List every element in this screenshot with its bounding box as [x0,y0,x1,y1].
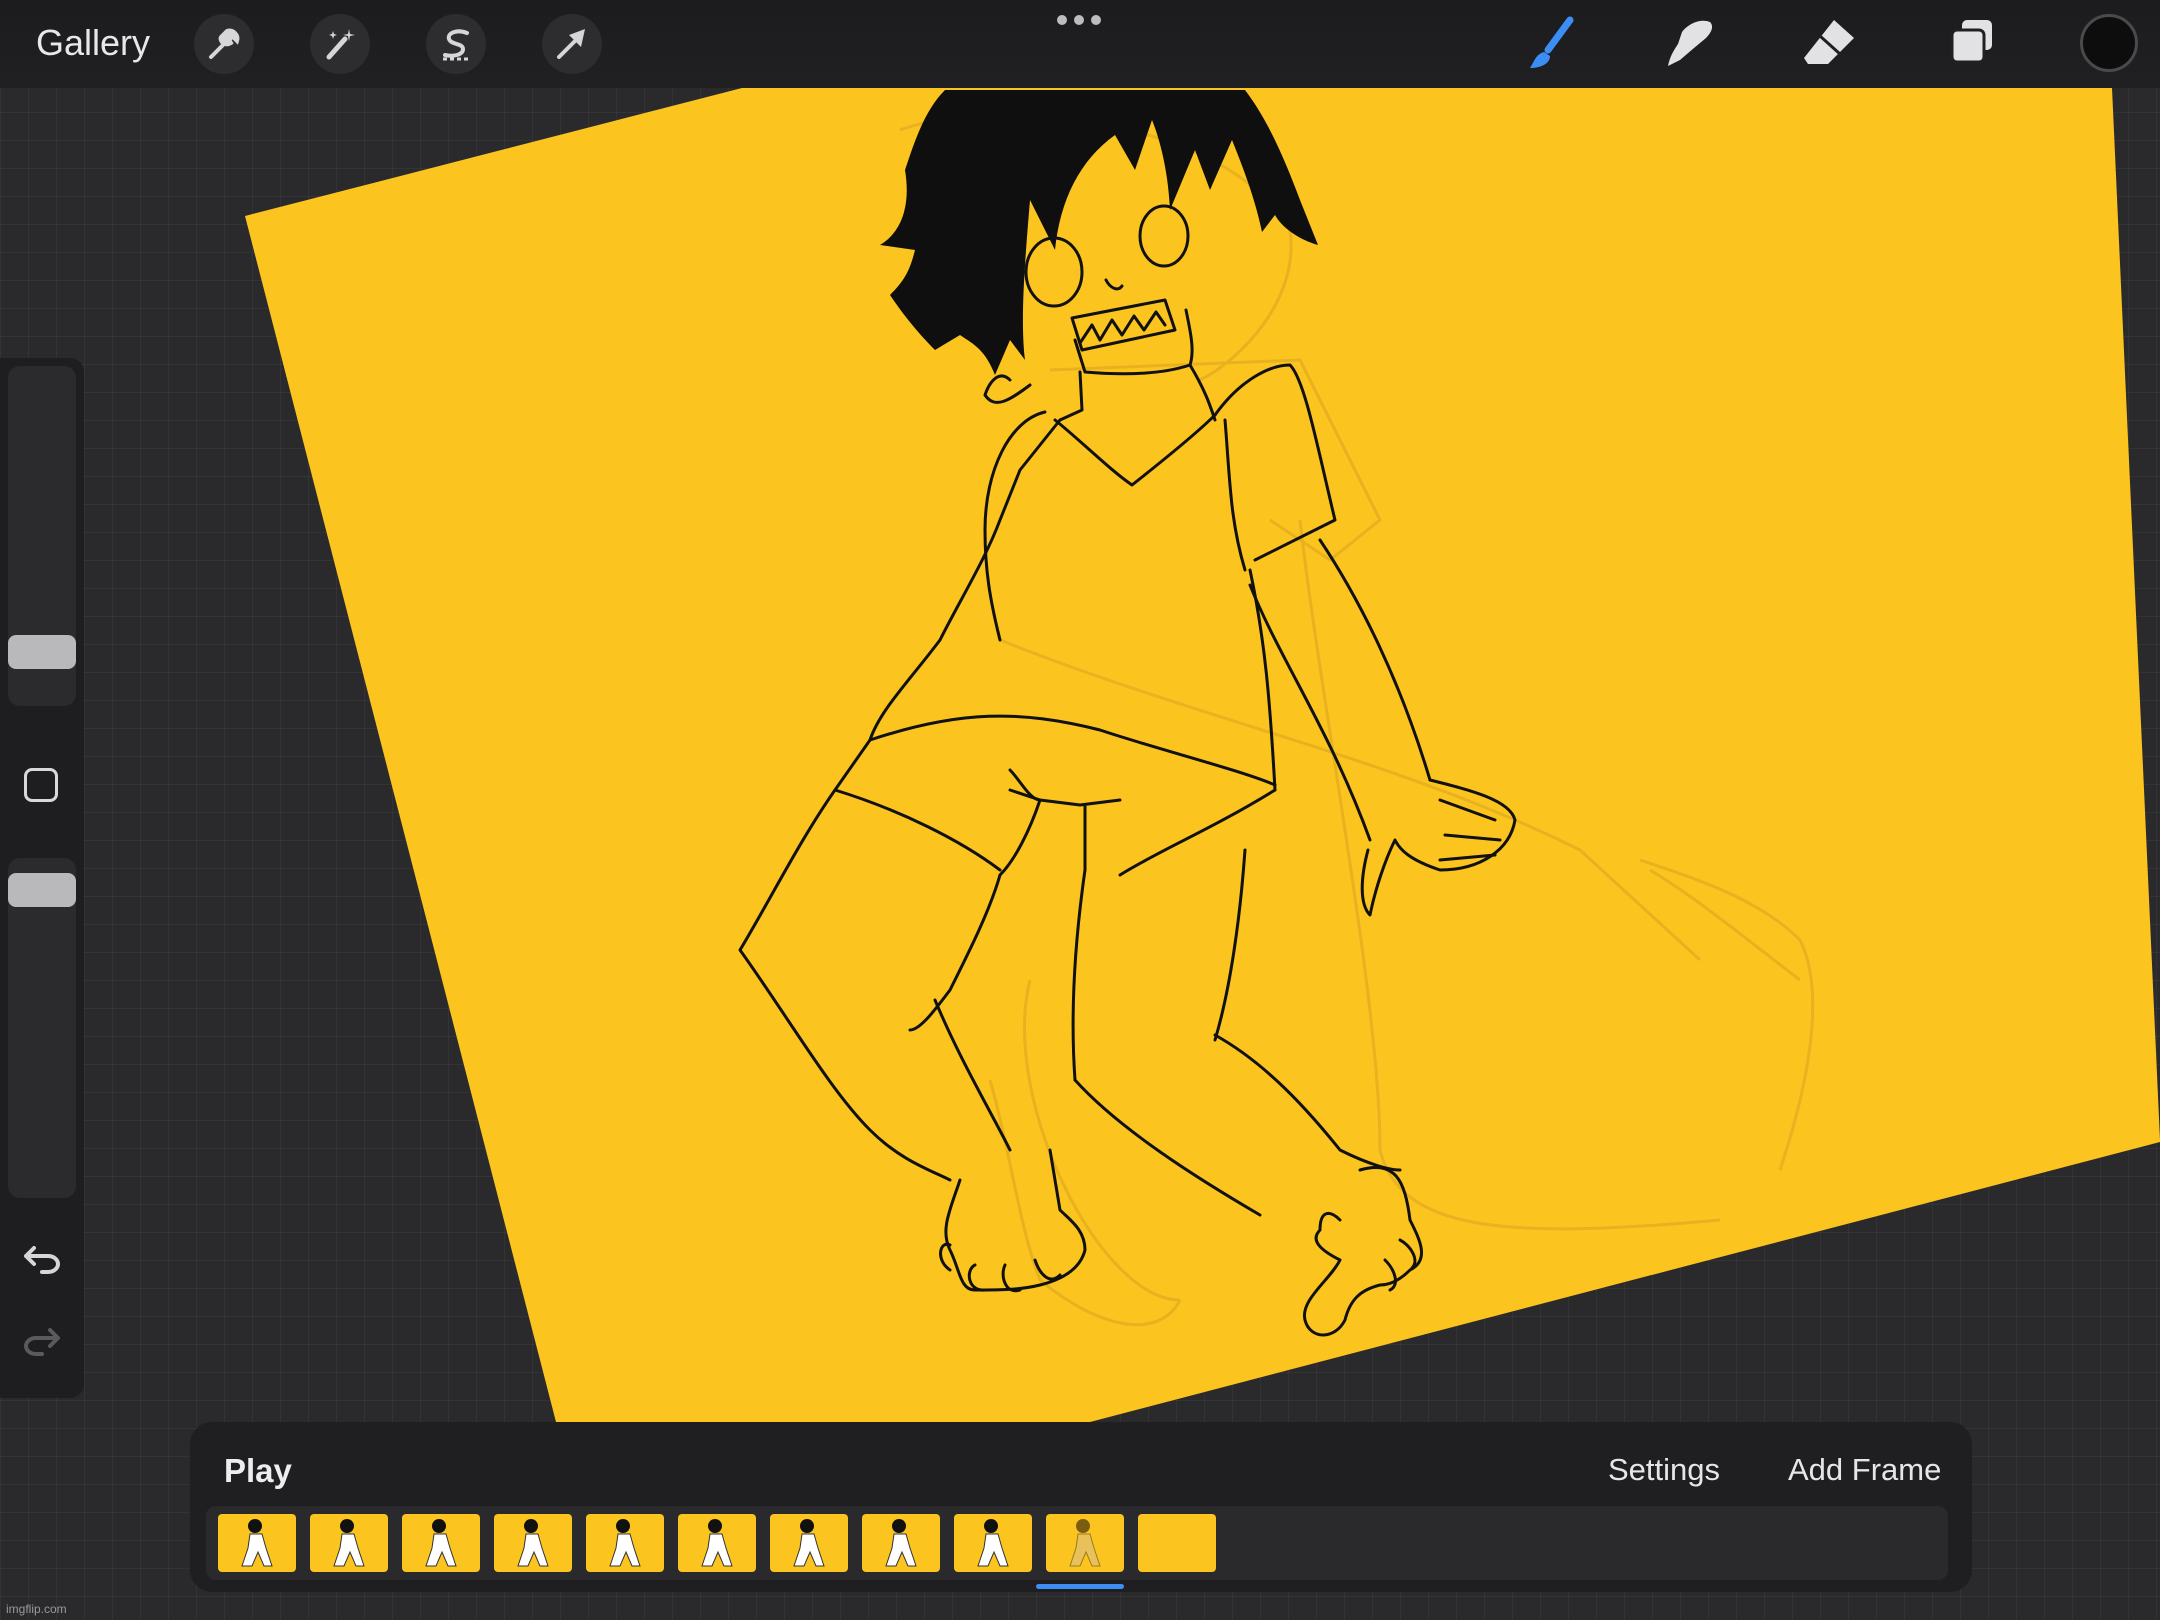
more-dots-icon[interactable] [1054,12,1104,33]
smudge-finger-icon [1660,14,1720,74]
actions-button[interactable] [194,14,254,74]
modify-button[interactable] [24,768,58,802]
animation-frame[interactable] [1046,1514,1124,1572]
undo-arrow-icon [22,1246,62,1282]
transform-button[interactable] [542,14,602,74]
arrow-cursor-icon [553,25,591,63]
animation-frame[interactable] [1138,1514,1216,1572]
selection-button[interactable] [426,14,486,74]
animation-frame[interactable] [310,1514,388,1572]
color-picker-button[interactable] [2080,14,2138,72]
eraser-tool-button[interactable] [1798,12,1862,76]
left-sidebar [0,358,84,1398]
selection-s-icon [437,25,475,63]
undo-button[interactable] [22,1238,62,1283]
animation-frame[interactable] [862,1514,940,1572]
animation-frame[interactable] [586,1514,664,1572]
brush-tool-button[interactable] [1520,12,1584,76]
animation-frame[interactable] [402,1514,480,1572]
redo-arrow-icon [22,1328,62,1364]
canvas-paper [245,88,2160,1422]
drawing-canvas[interactable] [0,0,2160,1620]
wrench-icon [205,25,243,63]
watermark: imgflip.com [6,1602,67,1616]
add-frame-button[interactable]: Add Frame [1788,1452,1941,1488]
animation-frame[interactable] [954,1514,1032,1572]
eraser-icon [1800,14,1860,74]
opacity-slider[interactable] [8,858,76,1198]
settings-button[interactable]: Settings [1608,1452,1720,1488]
animation-frame[interactable] [218,1514,296,1572]
brush-icon [1522,14,1582,74]
gallery-button[interactable]: Gallery [36,22,150,64]
top-toolbar: Gallery [0,0,2160,88]
frame-timeline[interactable] [206,1506,1948,1580]
animation-frame[interactable] [494,1514,572,1572]
opacity-slider-handle[interactable] [8,873,76,908]
redo-button[interactable] [22,1320,62,1365]
magic-wand-icon [321,25,359,63]
layers-button[interactable] [1940,12,2004,76]
play-button[interactable]: Play [224,1452,292,1490]
selected-frame-indicator [1036,1584,1124,1589]
animation-assist-panel: Play Settings Add Frame [190,1422,1972,1592]
layers-icon [1942,14,2002,74]
brush-size-slider-handle[interactable] [8,635,76,670]
adjustments-button[interactable] [310,14,370,74]
animation-frame[interactable] [770,1514,848,1572]
animation-frame[interactable] [678,1514,756,1572]
smudge-tool-button[interactable] [1658,12,1722,76]
